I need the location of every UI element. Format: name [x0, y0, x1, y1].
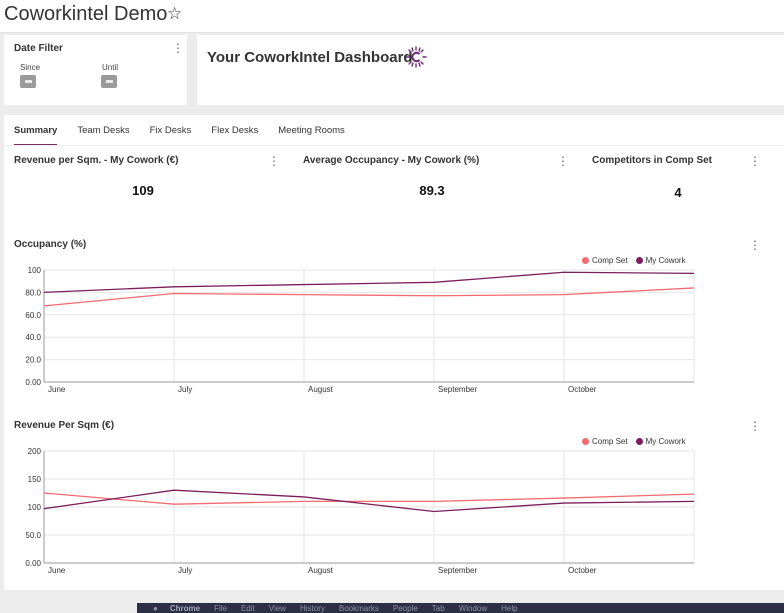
x-tick-label: August — [308, 385, 334, 394]
menu-item[interactable]: Window — [459, 604, 487, 613]
x-tick-label: October — [568, 566, 597, 575]
legend-label: My Cowork — [645, 256, 686, 265]
menu-item[interactable]: Help — [501, 604, 517, 613]
menu-item[interactable]: Tab — [432, 604, 445, 613]
legend-label: My Cowork — [645, 437, 686, 446]
legend-my-cowork[interactable]: My Cowork — [635, 256, 686, 265]
menu-item[interactable]: History — [300, 604, 325, 613]
dashboard-title: Your CoworkIntel Dashboard — [207, 49, 413, 66]
series-line-my-cowork[interactable] — [43, 271, 695, 294]
x-tick-label: June — [48, 566, 66, 575]
occupancy-chart-title: Occupancy (%) — [14, 239, 87, 250]
x-tick-label: July — [178, 385, 192, 394]
y-tick-label: 50.0 — [25, 531, 41, 540]
date-filter-panel: Date Filter ⋮ Since Until — [4, 35, 187, 105]
y-tick-label: 80.0 — [25, 288, 41, 297]
occupancy-chart-legend: Comp Set My Cowork — [574, 256, 686, 265]
coworkintel-logo-icon — [405, 46, 427, 68]
date-filter-title: Date Filter — [14, 43, 63, 54]
legend-dot — [635, 257, 643, 264]
tab-meeting-rooms[interactable]: Meeting Rooms — [278, 123, 345, 145]
legend-label: Comp Set — [592, 256, 628, 265]
revenue-chart-menu-icon[interactable]: ⋮ — [749, 420, 761, 432]
occupancy-line-chart: 0.00 20.0 40.0 60.0 80.0 100 June July August Sep… — [25, 266, 695, 394]
legend-my-cowork[interactable]: My Cowork — [635, 437, 686, 446]
x-tick-label: September — [438, 566, 477, 575]
x-tick-label: July — [178, 566, 192, 575]
legend-dot — [582, 438, 589, 445]
y-tick-label: 20.0 — [25, 356, 41, 365]
kpi-revenue-value: 109 — [132, 183, 154, 198]
kpi-occupancy-title: Average Occupancy - My Cowork (%) — [303, 155, 480, 166]
menu-item[interactable]: View — [269, 604, 286, 613]
x-tick-label: June — [48, 385, 66, 394]
revenue-chart-legend: Comp Set My Cowork — [574, 437, 686, 446]
since-label: Since — [20, 63, 41, 72]
y-tick-label: 150 — [28, 475, 42, 484]
kpi-revenue-title: Revenue per Sqm. - My Cowork (€) — [14, 155, 179, 166]
menu-item[interactable]: Chrome — [170, 604, 200, 613]
revenue-line-chart: 0.00 50.0 100 150 200 June July August September… — [25, 447, 695, 575]
series-line-comp-set[interactable] — [43, 287, 695, 307]
y-tick-label: 0.00 — [25, 378, 41, 387]
menu-item[interactable]: File — [214, 604, 227, 613]
tab-team-desks[interactable]: Team Desks — [77, 123, 129, 145]
dashboard-banner: Your CoworkIntel Dashboard — [197, 35, 784, 105]
y-tick-label: 60.0 — [25, 311, 41, 320]
kpi-competitors-title: Competitors in Comp Set — [592, 155, 713, 166]
menu-item[interactable]: Edit — [241, 604, 255, 613]
app-header: Coworkintel Demo ☆ — [0, 0, 784, 33]
until-date-button[interactable] — [101, 75, 117, 88]
kpi-occupancy-menu-icon[interactable]: ⋮ — [557, 155, 569, 167]
y-tick-label: 40.0 — [25, 333, 41, 342]
y-tick-label: 100 — [28, 266, 42, 275]
revenue-chart-title: Revenue Per Sqm (€) — [14, 420, 115, 431]
apple-icon[interactable]: ● — [153, 604, 158, 613]
app-title: Coworkintel Demo — [4, 3, 168, 25]
legend-label: Comp Set — [592, 437, 628, 446]
x-tick-label: September — [438, 385, 477, 394]
main-content: Summary Team Desks Fix Desks Flex Desks … — [4, 115, 784, 590]
date-filter-menu-icon[interactable]: ⋮ — [172, 42, 184, 54]
y-tick-label: 200 — [28, 447, 42, 456]
x-tick-label: October — [568, 385, 597, 394]
kpi-revenue-menu-icon[interactable]: ⋮ — [268, 155, 280, 167]
y-tick-label: 0.00 — [25, 559, 41, 568]
tab-bar: Summary Team Desks Fix Desks Flex Desks … — [14, 123, 365, 146]
kpi-competitors-menu-icon[interactable]: ⋮ — [749, 155, 761, 167]
os-menu-bar: ● Chrome File Edit View History Bookmark… — [137, 603, 784, 613]
menu-item[interactable]: People — [393, 604, 418, 613]
kpi-competitors-value: 4 — [674, 185, 682, 200]
tab-summary[interactable]: Summary — [14, 123, 58, 146]
legend-dot — [582, 257, 589, 264]
occupancy-chart-menu-icon[interactable]: ⋮ — [749, 239, 761, 251]
y-tick-label: 100 — [28, 503, 42, 512]
star-outline-icon[interactable]: ☆ — [167, 4, 182, 24]
tab-divider — [4, 145, 784, 146]
kpi-occupancy-value: 89.3 — [419, 183, 445, 198]
legend-comp-set[interactable]: Comp Set — [582, 437, 628, 446]
tab-fix-desks[interactable]: Fix Desks — [150, 123, 192, 145]
calendar-icon — [24, 80, 32, 83]
legend-comp-set[interactable]: Comp Set — [582, 256, 628, 265]
menu-item[interactable]: Bookmarks — [339, 604, 379, 613]
calendar-icon — [105, 80, 113, 83]
x-tick-label: August — [308, 566, 334, 575]
until-label: Until — [102, 63, 119, 72]
tab-flex-desks[interactable]: Flex Desks — [211, 123, 258, 145]
since-date-button[interactable] — [20, 75, 36, 88]
legend-dot — [635, 438, 643, 445]
